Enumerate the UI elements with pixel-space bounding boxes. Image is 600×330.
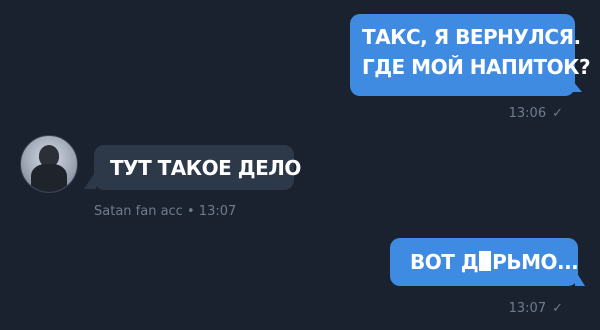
bubble-tail — [575, 270, 585, 286]
meta-separator: • — [186, 204, 195, 219]
incoming-message-bubble[interactable]: ТУТ ТАКОЕ ДЕЛО — [94, 145, 301, 190]
message-meta: Satan fan acc • 13:07 — [94, 204, 236, 219]
checkmark-icon: ✓ — [552, 106, 563, 121]
outgoing-message-bubble[interactable]: ТАКС, Я ВЕРНУЛСЯ. ГДЕ МОЙ НАПИТОК? — [350, 14, 591, 96]
message-text-line: ТАКС, Я ВЕРНУЛСЯ. — [362, 25, 581, 49]
message-text: ТУТ ТАКОЕ ДЕЛО — [110, 156, 301, 180]
bubble-tail — [572, 80, 582, 92]
message-text-end: РЬМО... — [492, 250, 579, 274]
censor-block-icon — [479, 251, 492, 271]
message-meta: 13:06 ✓ — [509, 106, 563, 121]
message-meta: 13:07 ✓ — [509, 301, 563, 316]
message-text-start: ВОТ Д — [410, 250, 479, 274]
message-text-line: ГДЕ МОЙ НАПИТОК? — [362, 55, 591, 79]
checkmark-icon: ✓ — [552, 301, 563, 316]
message-time: 13:06 — [508, 106, 547, 121]
outgoing-message-bubble[interactable]: ВОТ Д РЬМО... — [390, 238, 579, 286]
avatar-figure-body — [31, 164, 67, 192]
avatar[interactable] — [20, 135, 78, 193]
sender-name[interactable]: Satan fan acc — [94, 204, 183, 219]
message-time: 13:07 — [508, 301, 547, 316]
message-time: 13:07 — [198, 204, 237, 219]
